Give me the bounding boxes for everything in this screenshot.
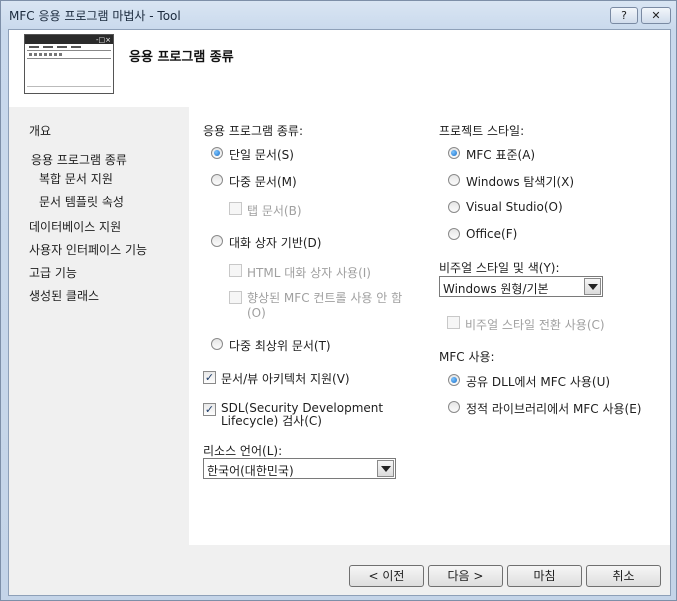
next-button[interactable]: 다음 > <box>428 565 503 587</box>
visual-style-label: 비주얼 스타일 및 색(Y): <box>439 261 560 275</box>
mfc-use-label: MFC 사용: <box>439 350 495 364</box>
sdl-checks-checkbox[interactable]: ✓ <box>203 403 216 416</box>
windows-explorer-label[interactable]: Windows 탐색기(X) <box>466 173 574 190</box>
office-radio[interactable] <box>448 228 460 240</box>
button-bar: < 이전 다음 > 마침 취소 <box>189 545 670 595</box>
resource-language-label: 리소스 언어(L): <box>203 444 283 458</box>
html-dialog-checkbox[interactable] <box>229 264 242 277</box>
previous-button[interactable]: < 이전 <box>349 565 424 587</box>
resource-language-select[interactable]: 한국어(대한민국) <box>203 458 396 479</box>
wizard-client: -□× 응용 프로그램 종류 개요 응용 프로그램 종류 복합 문서 지원 문서… <box>8 29 671 596</box>
dialog-based-label[interactable]: 대화 상자 기반(D) <box>229 234 321 251</box>
nav-item-app-type[interactable]: 응용 프로그램 종류 <box>31 151 127 168</box>
chevron-down-icon[interactable] <box>584 278 601 295</box>
single-document-label[interactable]: 단일 문서(S) <box>229 146 294 163</box>
nav-item-generated-classes[interactable]: 생성된 클래스 <box>29 287 99 304</box>
nav-item-advanced[interactable]: 고급 기능 <box>29 264 77 281</box>
multiple-documents-label[interactable]: 다중 문서(M) <box>229 173 297 190</box>
wizard-window: MFC 응용 프로그램 마법사 - Tool ? ✕ -□× 응용 프로그램 종… <box>0 0 677 601</box>
nav-item-doc-template[interactable]: 문서 템플릿 속성 <box>39 193 124 210</box>
office-label[interactable]: Office(F) <box>466 227 517 241</box>
windows-explorer-radio[interactable] <box>448 174 460 186</box>
shared-dll-radio[interactable] <box>448 374 460 386</box>
nav-item-compound-doc[interactable]: 복합 문서 지원 <box>39 170 113 187</box>
multiple-documents-radio[interactable] <box>211 174 223 186</box>
visual-style-switch-label: 비주얼 스타일 전환 사용(C) <box>465 318 605 332</box>
project-style-label: 프로젝트 스타일: <box>439 124 525 138</box>
visual-studio-label[interactable]: Visual Studio(O) <box>466 200 563 214</box>
visual-style-select[interactable]: Windows 원형/기본 <box>439 276 603 297</box>
multiple-top-level-label[interactable]: 다중 최상위 문서(T) <box>229 337 331 354</box>
app-type-label: 응용 프로그램 종류: <box>203 124 303 138</box>
shared-dll-label[interactable]: 공유 DLL에서 MFC 사용(U) <box>466 373 610 390</box>
finish-button[interactable]: 마침 <box>507 565 582 587</box>
static-library-radio[interactable] <box>448 401 460 413</box>
help-button[interactable]: ? <box>610 7 638 24</box>
resource-language-value: 한국어(대한민국) <box>207 464 294 478</box>
nav-item-overview[interactable]: 개요 <box>29 122 51 139</box>
html-dialog-label: HTML 대화 상자 사용(I) <box>247 266 371 280</box>
multiple-top-level-radio[interactable] <box>211 338 223 350</box>
options-panel: 응용 프로그램 종류: 단일 문서(S) 다중 문서(M) 탭 문서(B) 대화… <box>189 107 670 545</box>
window-title: MFC 응용 프로그램 마법사 - Tool <box>9 9 181 23</box>
visual-style-value: Windows 원형/기본 <box>443 282 549 296</box>
cancel-button[interactable]: 취소 <box>586 565 661 587</box>
static-library-label[interactable]: 정적 라이브러리에서 MFC 사용(E) <box>466 400 641 417</box>
dialog-based-radio[interactable] <box>211 235 223 247</box>
nav-item-database[interactable]: 데이터베이스 지원 <box>29 218 121 235</box>
no-enhanced-controls-label: 향상된 MFC 컨트롤 사용 안 함(O) <box>247 291 403 320</box>
tabbed-documents-checkbox[interactable] <box>229 202 242 215</box>
sdl-checks-label[interactable]: SDL(Security Development Lifecycle) 검사(C… <box>221 402 421 428</box>
no-enhanced-controls-checkbox[interactable] <box>229 291 242 304</box>
docview-label[interactable]: 문서/뷰 아키텍처 지원(V) <box>221 370 350 387</box>
header-panel: -□× 응용 프로그램 종류 <box>9 30 670 107</box>
close-button[interactable]: ✕ <box>641 7 671 24</box>
title-bar: MFC 응용 프로그램 마법사 - Tool ? ✕ <box>1 1 676 29</box>
wizard-nav: 개요 응용 프로그램 종류 복합 문서 지원 문서 템플릿 속성 데이터베이스 … <box>9 107 189 595</box>
chevron-down-icon[interactable] <box>377 460 394 477</box>
tabbed-documents-label: 탭 문서(B) <box>247 204 302 218</box>
wizard-window-icon: -□× <box>24 34 114 94</box>
page-title: 응용 프로그램 종류 <box>129 50 234 65</box>
visual-studio-radio[interactable] <box>448 201 460 213</box>
svg-text:-□×: -□× <box>96 36 111 44</box>
nav-item-ui-features[interactable]: 사용자 인터페이스 기능 <box>29 241 147 258</box>
mfc-standard-label[interactable]: MFC 표준(A) <box>466 146 535 163</box>
visual-style-switch-checkbox[interactable] <box>447 316 460 329</box>
docview-checkbox[interactable]: ✓ <box>203 371 216 384</box>
single-document-radio[interactable] <box>211 147 223 159</box>
mfc-standard-radio[interactable] <box>448 147 460 159</box>
